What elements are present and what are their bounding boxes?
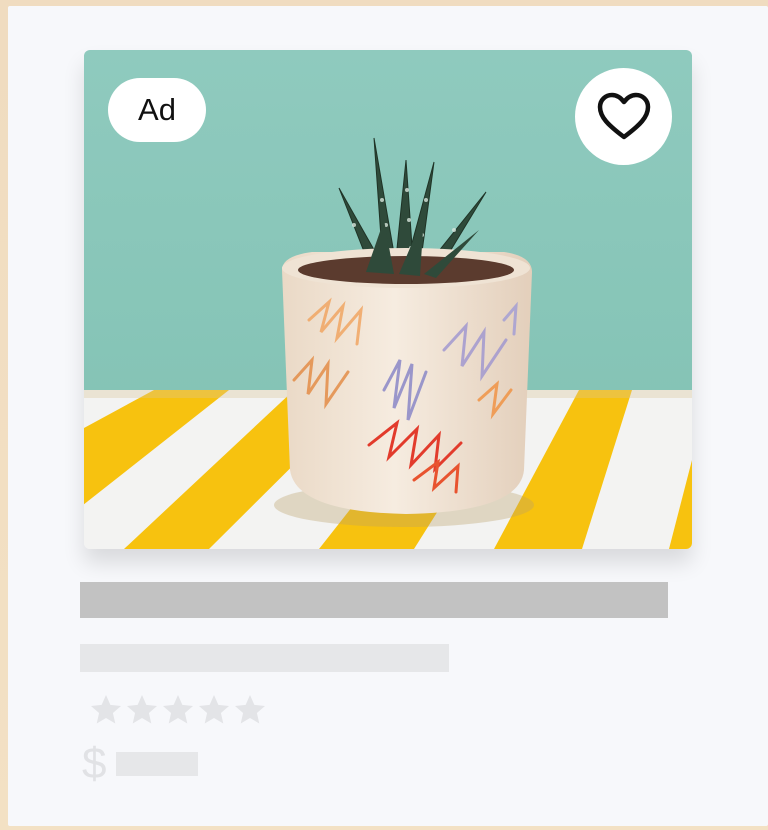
price: $ [82,742,198,786]
price-placeholder [116,752,198,776]
star-icon [91,695,121,724]
star-icon [127,695,157,724]
star-icon [199,695,229,724]
subtitle-placeholder [80,644,449,672]
title-placeholder [80,582,668,618]
star-icon [235,695,265,724]
rating-stars [88,692,268,728]
favorite-button[interactable] [575,68,672,165]
star-icon [163,695,193,724]
product-photo[interactable]: Ad [84,50,692,549]
product-card[interactable]: Ad $ [8,6,768,826]
currency-symbol: $ [82,739,107,788]
heart-icon [597,92,650,139]
ad-badge: Ad [108,78,206,142]
